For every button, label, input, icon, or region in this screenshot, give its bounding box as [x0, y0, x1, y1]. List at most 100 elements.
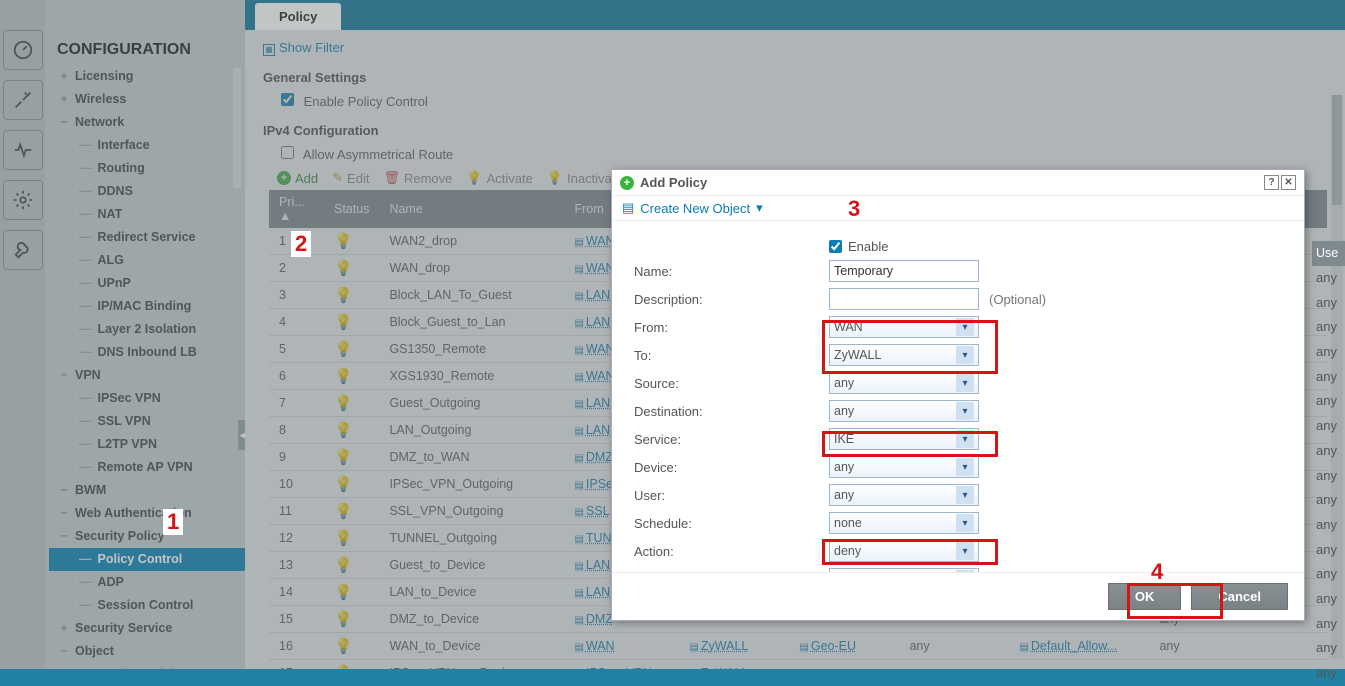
sidebar-item-adp[interactable]: —ADP — [49, 571, 245, 594]
zone-link[interactable]: LAN — [574, 585, 610, 599]
monitor-icon[interactable] — [3, 130, 43, 170]
wizard-icon[interactable] — [3, 80, 43, 120]
source-select[interactable]: any▾ — [829, 372, 979, 394]
zone-link[interactable]: WAN — [574, 342, 614, 356]
svc-link[interactable]: Default_Allow... — [1019, 639, 1117, 653]
zone-link[interactable]: WAN — [574, 639, 614, 653]
remove-label: Remove — [404, 171, 452, 186]
zone-link[interactable]: LAN — [574, 423, 610, 437]
activate-label: Activate — [487, 171, 533, 186]
sidebar-item-dns-inbound[interactable]: —DNS Inbound LB — [49, 341, 245, 364]
from-select[interactable]: WAN▾ — [829, 316, 979, 338]
cell-name: Block_Guest_to_Lan — [379, 309, 564, 336]
enable-checkbox[interactable] — [829, 240, 842, 253]
sidebar-item-object[interactable]: −Object — [49, 640, 245, 663]
sidebar-item-bwm[interactable]: −BWM — [49, 479, 245, 502]
table-row[interactable]: 16💡WAN_to_DeviceWANZyWALLGeo-EUanyDefaul… — [269, 633, 1327, 660]
sidebar-item-licensing[interactable]: +Licensing — [49, 65, 245, 88]
show-filter-link[interactable]: ▦Show Filter — [263, 40, 1327, 56]
zone-link[interactable]: LAN — [574, 288, 610, 302]
allow-asym-checkbox[interactable] — [281, 146, 294, 159]
desc-note: (Optional) — [989, 292, 1046, 307]
cancel-button[interactable]: Cancel — [1191, 583, 1288, 610]
col-pri[interactable]: Pri... ▲ — [269, 190, 324, 228]
cell-name: SSL_VPN_Outgoing — [379, 498, 564, 525]
zone-link[interactable]: WAN — [574, 234, 614, 248]
action-select[interactable]: deny▾ — [829, 540, 979, 562]
sidebar-item-wireless[interactable]: +Wireless — [49, 88, 245, 111]
cell-user-peek: any — [1312, 340, 1345, 365]
sidebar-item-label: Redirect Service — [98, 228, 196, 247]
zone-link[interactable]: ZyWALL — [689, 639, 748, 653]
sidebar-item-policy-control[interactable]: —Policy Control — [49, 548, 245, 571]
sidebar-item-label: Layer 2 Isolation — [98, 320, 197, 339]
sidebar-item-ipsec-vpn[interactable]: —IPSec VPN — [49, 387, 245, 410]
zone-link[interactable]: WAN — [574, 261, 614, 275]
device-select[interactable]: any▾ — [829, 456, 979, 478]
maintenance-icon[interactable] — [3, 230, 43, 270]
to-select[interactable]: ZyWALL▾ — [829, 344, 979, 366]
dest-select[interactable]: any▾ — [829, 400, 979, 422]
col-name[interactable]: Name — [379, 190, 564, 228]
close-button[interactable]: ✕ — [1281, 175, 1296, 190]
cell-user-peek: any — [1312, 365, 1345, 390]
user-select[interactable]: any▾ — [829, 484, 979, 506]
sidebar-item-alg[interactable]: —ALG — [49, 249, 245, 272]
sidebar-item-redirect-service[interactable]: —Redirect Service — [49, 226, 245, 249]
sidebar-scrollbar-thumb[interactable] — [233, 68, 241, 188]
sidebar-item-ddns[interactable]: —DDNS — [49, 180, 245, 203]
sidebar-item-network[interactable]: −Network — [49, 111, 245, 134]
dashboard-icon[interactable] — [3, 30, 43, 70]
col-status[interactable]: Status — [324, 190, 379, 228]
zone-link[interactable]: WAN — [574, 369, 614, 383]
zone-link[interactable]: LAN — [574, 315, 610, 329]
add-button[interactable]: +Add — [277, 171, 318, 186]
sidebar-item-label: SSL VPN — [98, 412, 151, 431]
sidebar-item-l2iso[interactable]: —Layer 2 Isolation — [49, 318, 245, 341]
remove-button[interactable]: 🗑Remove — [383, 170, 452, 186]
zone-link[interactable]: DMZ — [574, 450, 613, 464]
desc-input[interactable] — [829, 288, 979, 310]
sidebar-item-label: VPN — [75, 366, 101, 385]
gear-icon[interactable] — [3, 180, 43, 220]
sidebar-item-upnp[interactable]: —UPnP — [49, 272, 245, 295]
sidebar-item-routing[interactable]: —Routing — [49, 157, 245, 180]
show-filter-label: Show Filter — [279, 40, 344, 55]
sidebar-item-sec-service[interactable]: +Security Service — [49, 617, 245, 640]
zone-link[interactable]: LAN — [574, 396, 610, 410]
cell-status: 💡 — [324, 633, 379, 660]
sidebar-item-device-insight[interactable]: —Device Insight — [49, 663, 245, 669]
cell-pri: 4 — [269, 309, 324, 336]
cell-user-peek: any — [1312, 389, 1345, 414]
sidebar-item-nat[interactable]: —NAT — [49, 203, 245, 226]
service-select[interactable]: IKE▾ — [829, 428, 979, 450]
create-new-object-menu[interactable]: ▤ Create New Object ▾ — [612, 196, 1304, 221]
tab-policy[interactable]: Policy — [255, 3, 341, 30]
sidebar-item-ipmac[interactable]: —IP/MAC Binding — [49, 295, 245, 318]
sidebar-item-sec-policy[interactable]: −Security Policy — [49, 525, 245, 548]
scrollbar-thumb[interactable] — [1332, 95, 1342, 205]
zone-link[interactable]: DMZ — [574, 612, 613, 626]
edit-button[interactable]: ✎Edit — [332, 170, 369, 186]
schedule-select[interactable]: none▾ — [829, 512, 979, 534]
name-input[interactable] — [829, 260, 979, 282]
sidebar-item-vpn[interactable]: −VPN — [49, 364, 245, 387]
enable-policy-control-checkbox[interactable] — [281, 93, 294, 106]
cell-status: 💡 — [324, 444, 379, 471]
table-row[interactable]: 17💡IPSec_VPN_to_DeviceIPSec_VPNZyWALLany… — [269, 660, 1327, 670]
sidebar-item-rap-vpn[interactable]: —Remote AP VPN — [49, 456, 245, 479]
sidebar-item-session-ctrl[interactable]: —Session Control — [49, 594, 245, 617]
zone-link[interactable]: SSL — [574, 504, 609, 518]
sidebar-item-web-auth[interactable]: −Web Authentication — [49, 502, 245, 525]
sidebar-item-interface[interactable]: —Interface — [49, 134, 245, 157]
help-button[interactable]: ? — [1264, 175, 1279, 190]
ok-button[interactable]: OK — [1108, 583, 1182, 610]
zone-link[interactable]: LAN — [574, 558, 610, 572]
sidebar-item-l2tp-vpn[interactable]: —L2TP VPN — [49, 433, 245, 456]
activate-button[interactable]: 💡Activate — [466, 170, 532, 186]
sidebar-item-ssl-vpn[interactable]: —SSL VPN — [49, 410, 245, 433]
log-select[interactable]: no▾ — [829, 568, 979, 572]
cell-name: IPSec_VPN_to_Device — [379, 660, 564, 670]
addr-link[interactable]: Geo-EU — [799, 639, 856, 653]
schedule-label: Schedule: — [634, 516, 829, 531]
